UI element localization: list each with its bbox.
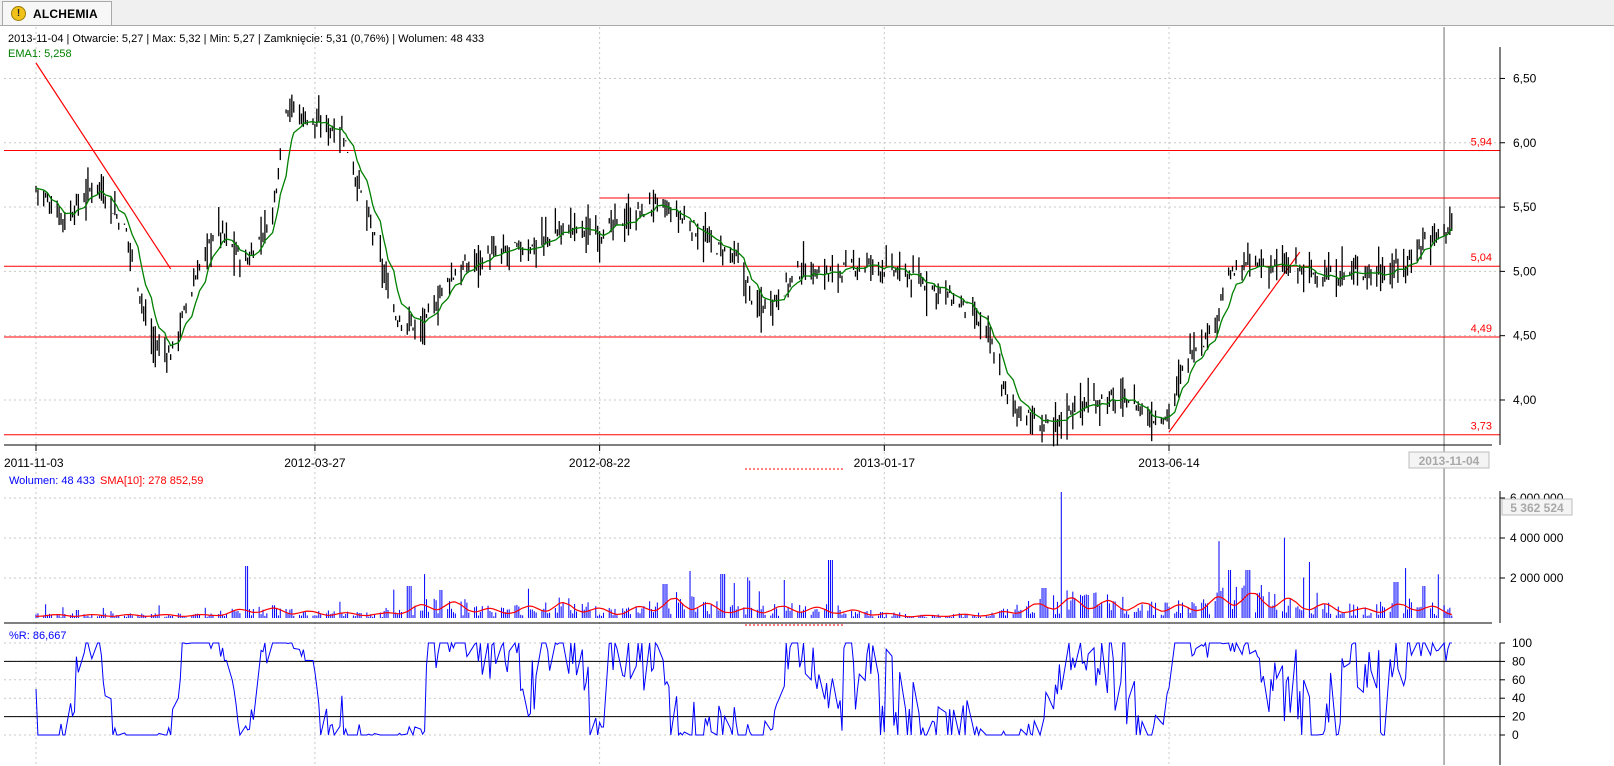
- williams-tick-label: 20: [1512, 710, 1526, 724]
- y-tick-label: 5,00: [1513, 264, 1537, 278]
- williams-tick-label: 100: [1512, 636, 1532, 650]
- x-tick-label: 2012-03-27: [284, 456, 346, 470]
- williams-tick-label: 60: [1512, 673, 1526, 687]
- volume-label: Wolumen: 48 433: [9, 475, 95, 487]
- tab-alchemia[interactable]: ! ALCHEMIA: [2, 1, 112, 25]
- stock-chart[interactable]: 5,945,044,493,73 2011-11-03 2012-03-27 201…: [0, 25, 1614, 766]
- level-label: 5,04: [1471, 252, 1492, 264]
- level-label: 4,49: [1471, 323, 1492, 335]
- sma-label: SMA[10]: 278 852,59: [100, 475, 203, 487]
- level-label: 5,94: [1471, 136, 1492, 148]
- price-panel: [4, 27, 1500, 471]
- tab-title: ALCHEMIA: [33, 6, 98, 21]
- williams-label: %R: 86,667: [9, 630, 66, 642]
- volume-bars: [35, 492, 1453, 618]
- volume-tick-label: 4 000 000: [1510, 531, 1564, 545]
- y-tick-label: 4,00: [1513, 393, 1537, 407]
- williams-polyline: [35, 641, 1452, 737]
- tab-bar: ! ALCHEMIA: [0, 0, 1614, 26]
- ema-label: EMA1: 5,258: [8, 48, 72, 60]
- y-tick-label: 5,50: [1513, 200, 1537, 214]
- williams-r-line: [4, 641, 1500, 737]
- warning-icon: !: [11, 6, 26, 21]
- x-tick-label: 2012-08-22: [569, 456, 631, 470]
- volume-tick-label: 2 000 000: [1510, 571, 1564, 585]
- x-tick-label: 2013-06-14: [1138, 456, 1200, 470]
- y-tick-label: 4,50: [1513, 329, 1537, 343]
- cursor-date: 2013-11-04: [1419, 454, 1480, 468]
- ohlc-info: 2013-11-04 | Otwarcie: 5,27 | Max: 5,32 …: [8, 33, 484, 45]
- x-tick-label: 2011-11-03: [4, 456, 64, 470]
- cursor-volume: 5 362 524: [1510, 501, 1564, 515]
- williams-tick-label: 0: [1512, 728, 1519, 742]
- y-tick-label: 6,50: [1513, 71, 1537, 85]
- level-label: 3,73: [1471, 421, 1492, 433]
- y-tick-label: 6,00: [1513, 136, 1537, 150]
- williams-tick-label: 40: [1512, 691, 1526, 705]
- williams-tick-label: 80: [1512, 654, 1526, 668]
- x-tick-label: 2013-01-17: [854, 456, 916, 470]
